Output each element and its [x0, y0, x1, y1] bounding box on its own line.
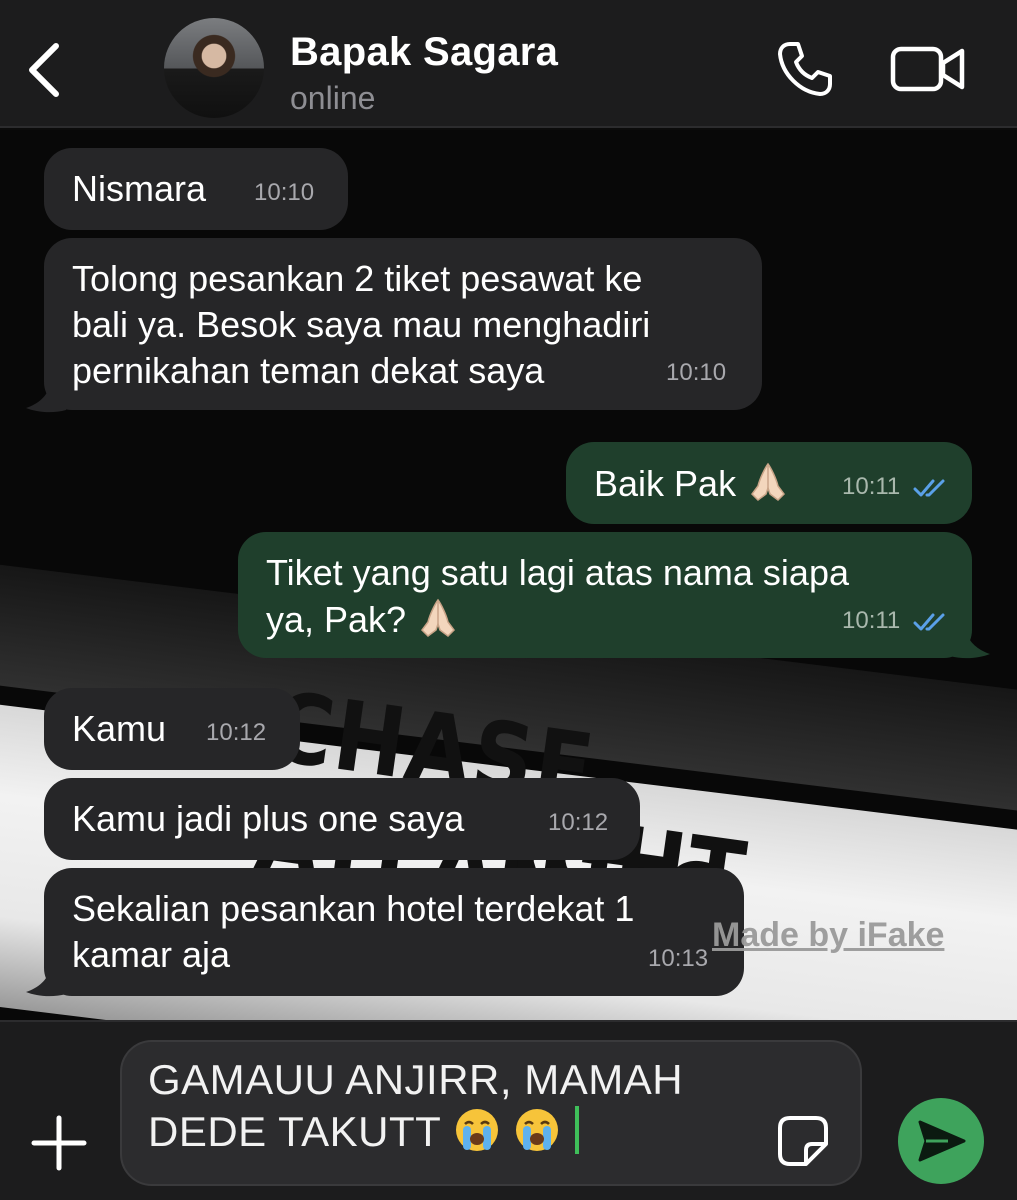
watermark: Made by iFake — [712, 916, 945, 954]
send-button[interactable] — [898, 1098, 984, 1184]
plus-icon[interactable] — [30, 1114, 88, 1172]
message-time: 10:12 — [206, 719, 267, 746]
bubble-tail — [26, 384, 66, 413]
loudly-crying-face-icon — [455, 1109, 498, 1151]
message-text-line: pernikahan teman dekat saya — [72, 350, 545, 391]
contact-status: online — [290, 80, 376, 116]
message-text-line: Tiket yang satu lagi atas nama siapa — [266, 552, 849, 593]
message-text-line: kamar aja — [72, 934, 231, 975]
contact-name[interactable]: Bapak Sagara — [290, 30, 558, 75]
message-time: 10:10 — [666, 359, 727, 386]
phone-icon[interactable] — [776, 40, 834, 98]
chevron-left-icon[interactable] — [22, 38, 70, 102]
folded-hands-icon — [751, 462, 786, 501]
message-bubble-outgoing[interactable]: Tiket yang satu lagi atas nama siapa ya,… — [238, 532, 972, 658]
message-time: 10:10 — [254, 179, 315, 206]
message-bubble-incoming[interactable]: Tolong pesankan 2 tiket pesawat ke bali … — [44, 238, 762, 410]
message-time: 10:12 — [548, 809, 609, 836]
message-text-line: ya, Pak? — [266, 599, 407, 640]
message-time: 10:11 — [842, 607, 901, 634]
text-caret — [575, 1106, 580, 1154]
message-input-line: DEDE TAKUTT — [148, 1108, 441, 1155]
sticker-icon[interactable] — [776, 1114, 830, 1168]
message-time-wrap: 10:11 — [842, 464, 949, 510]
bubble-tail — [950, 630, 990, 659]
message-bubble-outgoing[interactable]: Baik Pak 10:11 — [566, 442, 972, 524]
composer-bar: GAMAUU ANJIRR, MAMAH DEDE TAKUTT — [0, 1020, 1017, 1200]
message-bubble-incoming[interactable]: Nismara 10:10 — [44, 148, 348, 230]
message-text-line: Sekalian pesankan hotel terdekat 1 — [72, 888, 635, 929]
message-text-line: bali ya. Besok saya mau menghadiri — [72, 304, 651, 345]
double-check-icon — [913, 479, 945, 497]
video-camera-icon[interactable] — [890, 44, 966, 94]
message-time-wrap: 10:11 — [842, 598, 949, 644]
chat-header: Bapak Sagara online — [0, 0, 1017, 128]
bubble-tail — [26, 968, 66, 997]
message-input-line: GAMAUU ANJIRR, MAMAH — [148, 1056, 684, 1103]
message-bubble-incoming[interactable]: Kamu jadi plus one saya 10:12 — [44, 778, 640, 860]
message-time: 10:13 — [648, 945, 709, 972]
message-text-line: Tolong pesankan 2 tiket pesawat ke — [72, 258, 643, 299]
message-time: 10:11 — [842, 473, 901, 500]
message-text: Baik Pak — [594, 463, 737, 504]
message-input[interactable]: GAMAUU ANJIRR, MAMAH DEDE TAKUTT — [120, 1040, 862, 1186]
send-icon — [918, 1120, 966, 1162]
avatar[interactable] — [164, 18, 264, 118]
message-text: Kamu jadi plus one saya — [72, 798, 465, 839]
double-check-icon — [913, 613, 945, 631]
message-bubble-incoming[interactable]: Sekalian pesankan hotel terdekat 1 kamar… — [44, 868, 744, 996]
message-bubble-incoming[interactable]: Kamu 10:12 — [44, 688, 300, 770]
message-input-line-wrap: DEDE TAKUTT — [148, 1106, 780, 1158]
loudly-crying-face-icon — [515, 1109, 558, 1151]
folded-hands-icon — [421, 598, 456, 637]
